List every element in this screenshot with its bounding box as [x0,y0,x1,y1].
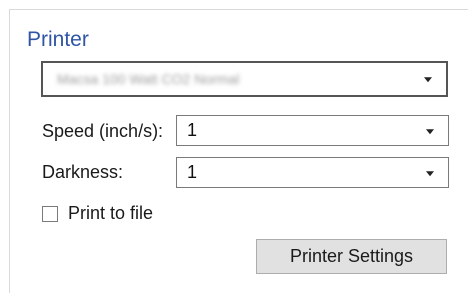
print-to-file-row[interactable]: Print to file [42,203,153,224]
printer-select-value: Macsa 100 Watt CO2 Normal [57,71,240,87]
chevron-down-icon [426,170,434,176]
speed-select[interactable]: 1 [176,115,449,146]
darkness-label: Darkness: [42,162,124,182]
speed-label: Speed (inch/s): [42,121,164,141]
group-frame-left [9,9,10,293]
print-to-file-label[interactable]: Print to file [68,203,153,224]
darkness-select-value: 1 [187,162,198,182]
chevron-down-icon [426,128,434,134]
chevron-down-icon [424,77,432,83]
darkness-select[interactable]: 1 [176,157,449,188]
speed-select-value: 1 [187,120,198,140]
print-to-file-checkbox[interactable] [42,205,58,222]
printer-section-title: Printer [27,28,89,51]
group-frame-top [9,9,468,10]
printer-settings-button[interactable]: Printer Settings [256,239,447,274]
printer-select[interactable]: Macsa 100 Watt CO2 Normal [41,61,448,97]
